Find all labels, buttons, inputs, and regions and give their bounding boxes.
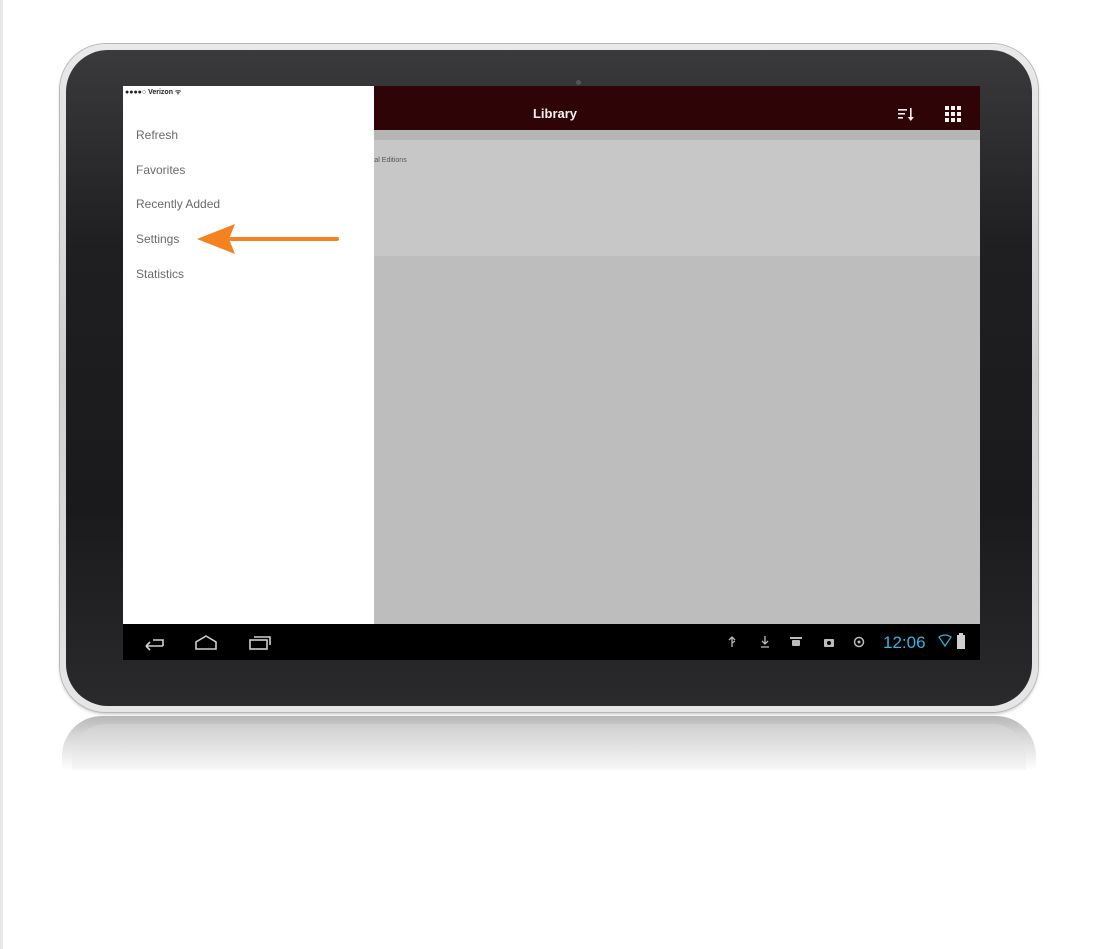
- tablet-screen: Library gital Editions ●●●●○ Verizon ᯤ R…: [123, 86, 980, 660]
- menu-item-refresh[interactable]: Refresh: [136, 128, 178, 142]
- usb-icon: [728, 636, 736, 647]
- recent-apps-icon[interactable]: [247, 633, 273, 651]
- battery-icon: [957, 633, 965, 649]
- orange-arrow-annotation: [197, 224, 339, 254]
- sync-icon: [853, 636, 865, 648]
- screenshot-icon: [824, 639, 834, 647]
- app-title: Library: [532, 106, 578, 121]
- back-icon[interactable]: [141, 633, 167, 651]
- menu-item-settings[interactable]: Settings: [136, 232, 179, 246]
- home-icon[interactable]: [193, 633, 219, 651]
- menu-item-statistics[interactable]: Statistics: [136, 267, 184, 281]
- menu-item-favorites[interactable]: Favorites: [136, 163, 185, 177]
- camera-icon: [576, 80, 581, 85]
- wifi-icon: [938, 634, 952, 648]
- system-nav-bar: 12:06: [123, 624, 980, 660]
- status-clock: 12:06: [883, 633, 926, 652]
- side-drawer: ●●●●○ Verizon ᯤ Refresh Favorites Recent…: [123, 86, 374, 624]
- android-debug-icon: [790, 637, 802, 646]
- page-edge: [0, 0, 3, 949]
- tablet-reflection: [62, 716, 1036, 770]
- carrier-status: ●●●●○ Verizon ᯤ: [125, 89, 182, 96]
- sort-icon[interactable]: [898, 107, 916, 123]
- download-icon: [761, 636, 769, 648]
- reflection-inner: [72, 724, 1026, 770]
- menu-item-recently-added[interactable]: Recently Added: [136, 197, 220, 211]
- grid-view-icon[interactable]: [945, 106, 961, 122]
